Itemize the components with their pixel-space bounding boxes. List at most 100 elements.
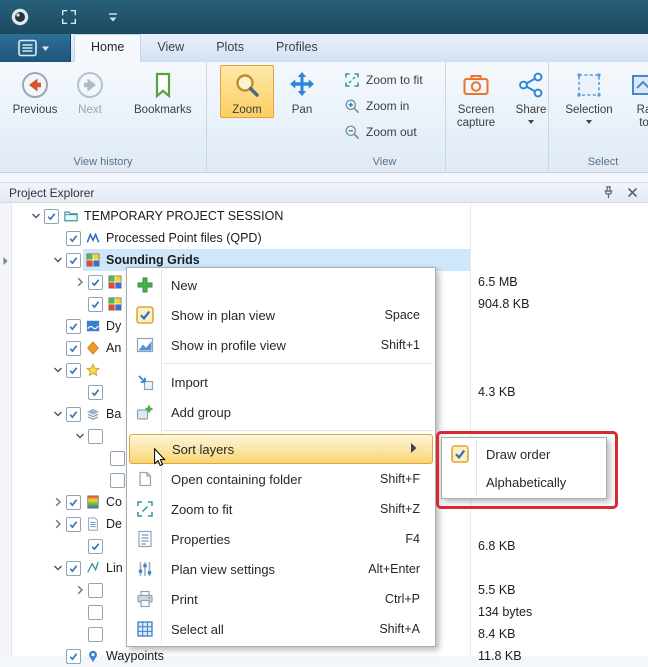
zoom-to-fit-button[interactable]: Zoom to fit (338, 67, 429, 93)
document-icon (86, 517, 100, 531)
submenu-item-label: Alphabetically (486, 475, 566, 490)
chevron-expanded-icon[interactable] (72, 428, 88, 444)
check-icon (68, 255, 79, 266)
menu-item-select-all[interactable]: Select allShift+A (127, 614, 435, 644)
chevron-expanded-icon[interactable] (50, 406, 66, 422)
screen-capture-button[interactable]: Screen capture (449, 65, 503, 131)
checkbox-unchecked[interactable] (88, 583, 103, 598)
button-label: Zoom out (366, 125, 417, 139)
tree-row-waypoints[interactable]: Waypoints11.8 KB (11, 645, 648, 667)
menu-item-import[interactable]: Import (127, 367, 435, 397)
tab-plots[interactable]: Plots (200, 34, 260, 62)
pin-icon[interactable] (601, 185, 616, 200)
chevron-collapsed-icon[interactable] (72, 582, 88, 598)
folder-icon (64, 209, 78, 223)
checkbox-unchecked[interactable] (110, 473, 125, 488)
next-button[interactable]: Next (63, 65, 117, 118)
pan-button[interactable]: Pan (275, 65, 329, 118)
menu-item-label: Import (171, 375, 208, 390)
chevron-down-icon (586, 120, 592, 124)
application-menu-button[interactable] (0, 34, 71, 62)
checkbox-checked[interactable] (44, 209, 59, 224)
checkbox-checked[interactable] (66, 517, 81, 532)
checkbox-unchecked[interactable] (88, 605, 103, 620)
menu-item-sort-layers[interactable]: Sort layers (129, 434, 433, 464)
checkbox-checked[interactable] (66, 407, 81, 422)
menu-item-add-group[interactable]: Add group (127, 397, 435, 427)
orange-diamond-icon (86, 341, 100, 355)
splitter-arrow-icon[interactable] (1, 255, 10, 267)
checkbox-checked[interactable] (88, 297, 103, 312)
checkbox-checked[interactable] (66, 561, 81, 576)
checkbox-checked[interactable] (66, 253, 81, 268)
menu-item-label: Select all (171, 622, 224, 637)
quick-access-dropdown-icon[interactable] (106, 10, 120, 24)
chevron-expanded-icon[interactable] (50, 252, 66, 268)
checkbox-checked[interactable] (88, 275, 103, 290)
menu-item-show-in-plan-view[interactable]: Show in plan viewSpace (127, 300, 435, 330)
chevron-collapsed-icon[interactable] (72, 274, 88, 290)
project-explorer-header: Project Explorer (0, 182, 648, 203)
zoom-in-button[interactable]: Zoom in (338, 93, 429, 119)
checkbox-unchecked[interactable] (88, 429, 103, 444)
menu-item-zoom-to-fit[interactable]: Zoom to fitShift+Z (127, 494, 435, 524)
tree-row-temporary-project-session[interactable]: TEMPORARY PROJECT SESSION (11, 205, 648, 227)
column-separator (470, 203, 471, 656)
submenu-item-draw-order[interactable]: Draw order (442, 440, 606, 468)
import-icon (135, 372, 155, 392)
menu-separator (163, 363, 433, 364)
group-label: View history (0, 156, 206, 168)
ribbon-group-view-history: PreviousNextBookmarks View history (0, 62, 207, 171)
ra-to-button[interactable]: Ra to (617, 65, 648, 131)
submenu-item-alphabetically[interactable]: Alphabetically (442, 468, 606, 496)
check-icon (68, 519, 79, 530)
chevron-collapsed-icon[interactable] (50, 516, 66, 532)
chevron-expanded-icon[interactable] (50, 560, 66, 576)
tab-home[interactable]: Home (74, 34, 141, 62)
bookmarks-button[interactable]: Bookmarks (130, 65, 196, 118)
tab-view[interactable]: View (141, 34, 200, 62)
menu-item-plan-view-settings[interactable]: Plan view settingsAlt+Enter (127, 554, 435, 584)
star-icon (86, 363, 100, 377)
menu-item-show-in-profile-view[interactable]: Show in profile viewShift+1 (127, 330, 435, 360)
screen-capture-icon (461, 70, 491, 100)
fullscreen-icon[interactable] (60, 8, 78, 26)
group-label: View (206, 156, 445, 168)
check-icon (68, 365, 79, 376)
checkbox-checked[interactable] (66, 231, 81, 246)
checkbox-unchecked[interactable] (88, 627, 103, 642)
next-icon (75, 70, 105, 100)
checkbox-checked[interactable] (66, 649, 81, 664)
close-icon[interactable] (626, 186, 639, 199)
menu-separator (163, 430, 433, 431)
new-icon (135, 275, 155, 295)
menu-item-properties[interactable]: PropertiesF4 (127, 524, 435, 554)
chevron-collapsed-icon[interactable] (50, 494, 66, 510)
chevron-expanded-icon[interactable] (50, 362, 66, 378)
checkbox-checked[interactable] (66, 363, 81, 378)
checkbox-unchecked[interactable] (110, 451, 125, 466)
checkbox-checked[interactable] (66, 495, 81, 510)
checkbox-checked[interactable] (88, 385, 103, 400)
menu-item-open-containing-folder[interactable]: Open containing folderShift+F (127, 464, 435, 494)
tree-item-label: Co (106, 495, 122, 509)
menu-item-new[interactable]: New (127, 270, 435, 300)
previous-button[interactable]: Previous (8, 65, 62, 118)
tree-item-label: Waypoints (106, 649, 164, 663)
expander-spacer (72, 384, 88, 400)
submenu-arrow-icon (410, 443, 417, 453)
zoom-button[interactable]: Zoom (220, 65, 274, 118)
menu-item-label: Show in plan view (171, 308, 275, 323)
chevron-expanded-icon[interactable] (28, 208, 44, 224)
add-group-icon (135, 402, 155, 422)
zoom-out-button[interactable]: Zoom out (338, 119, 429, 145)
menu-item-shortcut: Shift+1 (381, 338, 435, 352)
checkbox-checked[interactable] (66, 341, 81, 356)
selection-button[interactable]: Selection (562, 65, 616, 125)
tab-profiles[interactable]: Profiles (260, 34, 334, 62)
checkbox-checked[interactable] (88, 539, 103, 554)
tree-row-processed-point-files-qpd-[interactable]: Processed Point files (QPD) (11, 227, 648, 249)
checked-box-icon (135, 305, 155, 325)
menu-item-print[interactable]: PrintCtrl+P (127, 584, 435, 614)
checkbox-checked[interactable] (66, 319, 81, 334)
